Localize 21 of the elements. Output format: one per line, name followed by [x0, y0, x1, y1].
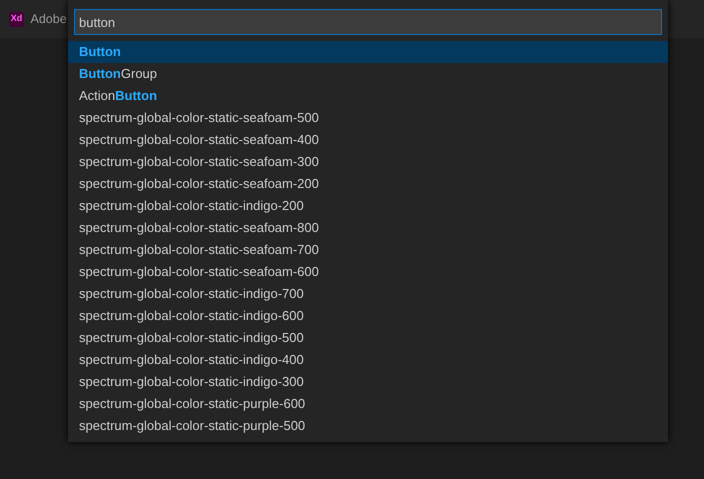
list-item[interactable]: spectrum-global-color-static-purple-500 — [68, 415, 668, 437]
search-field[interactable]: button — [74, 9, 662, 35]
app-logo-icon: Xd — [9, 12, 24, 26]
list-item[interactable]: spectrum-global-color-static-indigo-500 — [68, 327, 668, 349]
list-item[interactable]: ButtonGroup — [68, 63, 668, 85]
list-item[interactable]: Button — [68, 41, 668, 63]
list-item[interactable]: ActionButton — [68, 85, 668, 107]
list-item[interactable]: spectrum-global-color-static-indigo-300 — [68, 371, 668, 393]
list-item[interactable]: spectrum-global-color-static-purple-600 — [68, 393, 668, 415]
list-item[interactable]: spectrum-global-color-static-indigo-600 — [68, 305, 668, 327]
list-item[interactable]: spectrum-global-color-static-seafoam-500 — [68, 107, 668, 129]
list-item[interactable]: spectrum-global-color-static-seafoam-300 — [68, 151, 668, 173]
list-item[interactable]: spectrum-global-color-static-seafoam-400 — [68, 129, 668, 151]
list-item[interactable]: spectrum-global-color-static-seafoam-800 — [68, 217, 668, 239]
list-item[interactable]: spectrum-global-color-static-indigo-700 — [68, 283, 668, 305]
list-item[interactable]: spectrum-global-color-static-indigo-400 — [68, 349, 668, 371]
list-item[interactable]: spectrum-global-color-static-indigo-200 — [68, 195, 668, 217]
list-item[interactable]: spectrum-global-color-static-seafoam-600 — [68, 261, 668, 283]
list-item[interactable]: spectrum-global-color-static-seafoam-700 — [68, 239, 668, 261]
tab-title[interactable]: Adobe — [30, 10, 67, 28]
list-item[interactable]: spectrum-global-color-static-seafoam-200 — [68, 173, 668, 195]
